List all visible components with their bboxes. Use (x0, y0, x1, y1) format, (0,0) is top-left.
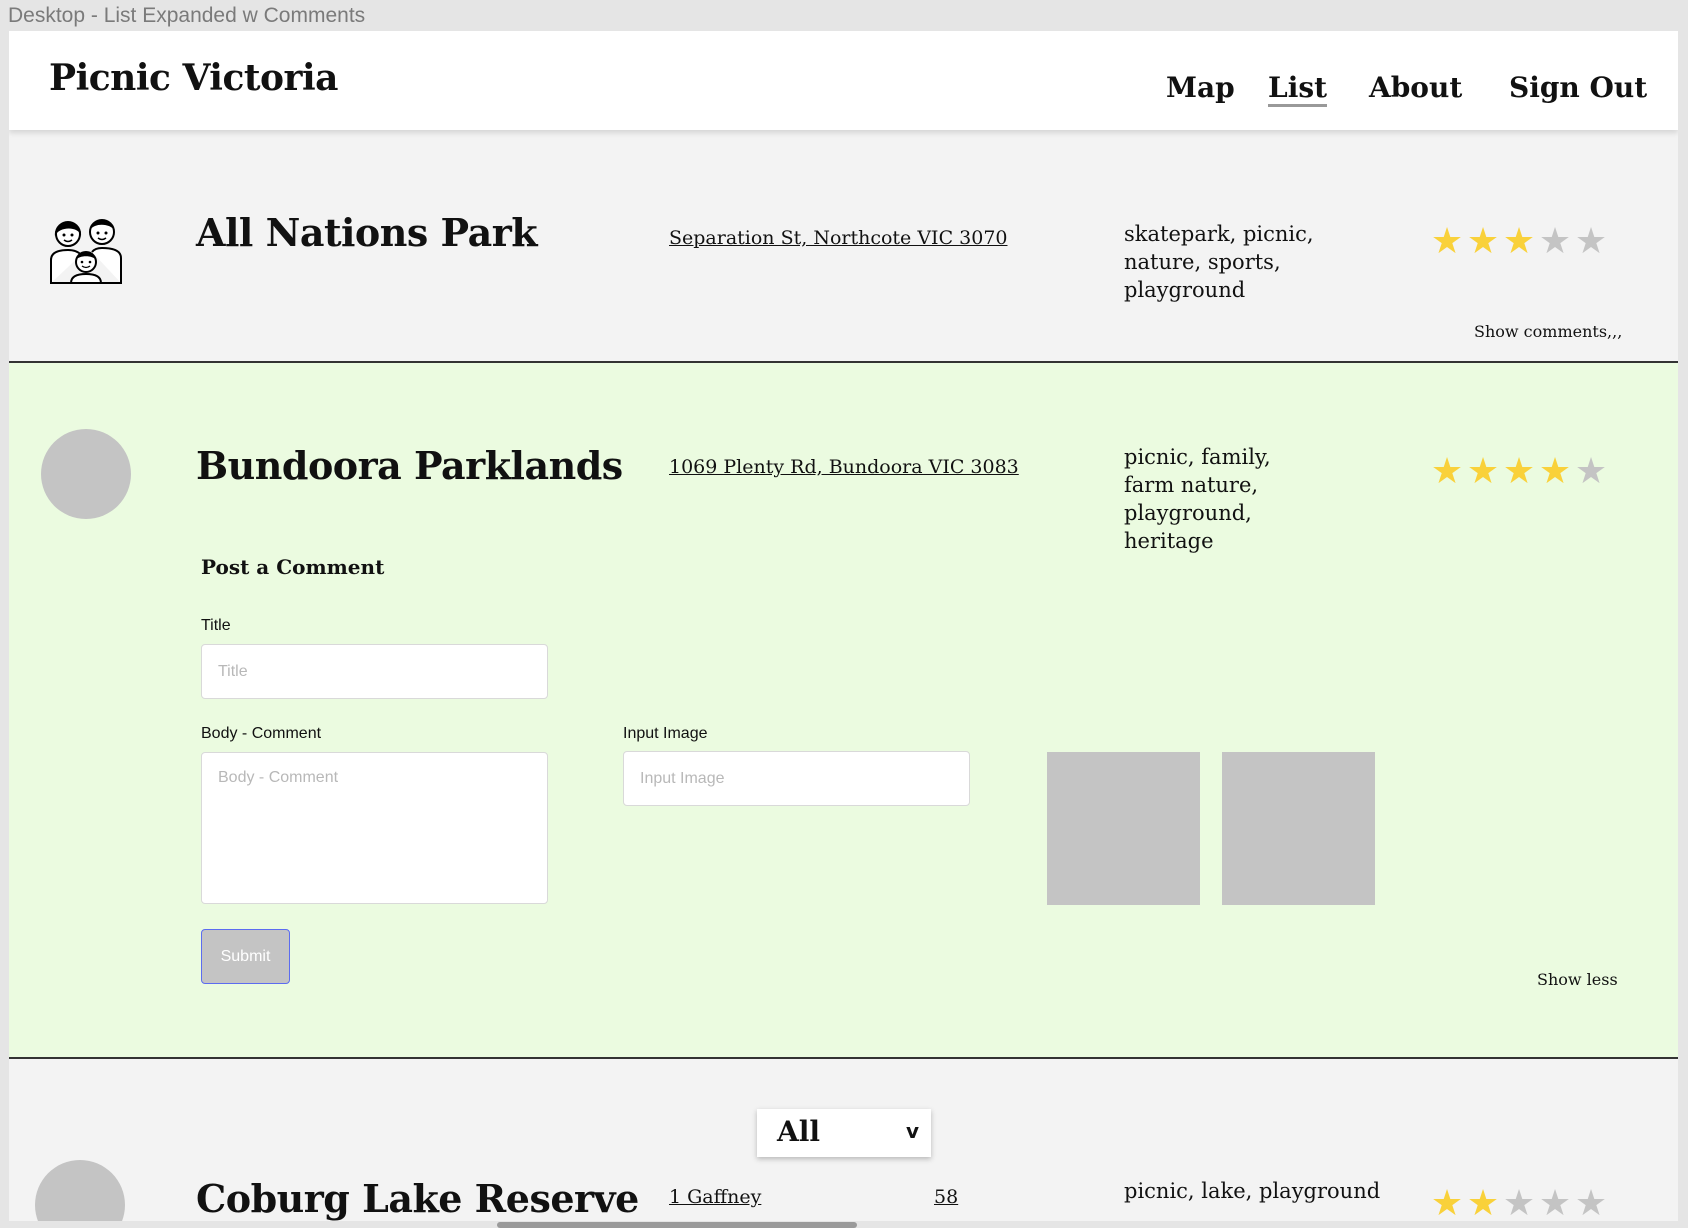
filter-selected-value: All (777, 1115, 820, 1148)
show-less-link[interactable]: Show less (1537, 970, 1618, 989)
star-empty-icon: ★ (1574, 1183, 1608, 1222)
star-filled-icon: ★ (1430, 451, 1464, 492)
star-rating: ★ ★ ★ ★ ★ (1430, 224, 1608, 260)
star-empty-icon: ★ (1574, 451, 1608, 492)
star-filled-icon: ★ (1538, 451, 1572, 492)
park-address-link[interactable]: Separation St, Northcote VIC 3070 (669, 227, 1008, 249)
input-image-field[interactable] (623, 751, 970, 806)
image-preview-1 (1047, 752, 1200, 905)
park-address-link[interactable]: 1 Gaffney (669, 1186, 761, 1208)
star-filled-icon: ★ (1466, 1183, 1500, 1222)
star-filled-icon: ★ (1466, 451, 1500, 492)
filter-dropdown[interactable]: All v (757, 1109, 931, 1157)
star-empty-icon: ★ (1538, 1183, 1572, 1222)
nav-sign-out[interactable]: Sign Out (1509, 71, 1647, 104)
title-field-label: Title (201, 617, 231, 634)
park-name: Coburg Lake Reserve (196, 1176, 639, 1221)
family-icon (49, 212, 123, 288)
star-empty-icon: ★ (1502, 1183, 1536, 1222)
park-name: Bundoora Parklands (196, 443, 623, 488)
park-row-all-nations: All Nations Park Separation St, Northcot… (9, 130, 1678, 393)
park-name: All Nations Park (196, 210, 538, 255)
nav-map[interactable]: Map (1166, 71, 1235, 104)
nav-about[interactable]: About (1369, 71, 1462, 104)
star-rating: ★ ★ ★ ★ ★ (1430, 1183, 1608, 1222)
submit-button[interactable]: Submit (201, 929, 290, 984)
nav-list[interactable]: List (1268, 71, 1328, 107)
star-rating: ★ ★ ★ ★ ★ (1430, 454, 1608, 490)
comment-form-heading: Post a Comment (201, 555, 385, 579)
image-preview-2 (1222, 752, 1375, 905)
brand-title[interactable]: Picnic Victoria (49, 57, 338, 99)
star-filled-icon: ★ (1502, 221, 1536, 262)
horizontal-scrollbar[interactable] (497, 1222, 857, 1228)
show-comments-link[interactable]: Show comments,,, (1474, 322, 1622, 341)
top-header: Picnic Victoria Map List About Sign Out (9, 31, 1678, 130)
star-filled-icon: ★ (1502, 451, 1536, 492)
park-address-link-tail[interactable]: 58 (934, 1186, 958, 1208)
star-filled-icon: ★ (1430, 221, 1464, 262)
park-row-bundoora-expanded: Bundoora Parklands 1069 Plenty Rd, Bundo… (9, 363, 1678, 1057)
body-comment-textarea[interactable] (201, 752, 548, 904)
star-empty-icon: ★ (1538, 221, 1572, 262)
star-filled-icon: ★ (1430, 1183, 1464, 1222)
park-tags: picnic, family, farm nature, playground,… (1124, 445, 1271, 553)
title-input[interactable] (201, 644, 548, 699)
park-address-link[interactable]: 1069 Plenty Rd, Bundoora VIC 3083 (669, 456, 1019, 478)
star-filled-icon: ★ (1466, 221, 1500, 262)
park-avatar (41, 429, 131, 519)
park-tags: skatepark, picnic, nature, sports, playg… (1124, 222, 1314, 302)
chevron-down-icon: v (905, 1119, 919, 1143)
app-canvas: Picnic Victoria Map List About Sign Out (9, 31, 1678, 1221)
image-field-label: Input Image (623, 725, 708, 742)
park-avatar (35, 1160, 125, 1221)
body-field-label: Body - Comment (201, 725, 322, 742)
frame-label: Desktop - List Expanded w Comments (8, 4, 366, 27)
star-empty-icon: ★ (1574, 221, 1608, 262)
park-tags: picnic, lake, playground (1124, 1179, 1381, 1203)
